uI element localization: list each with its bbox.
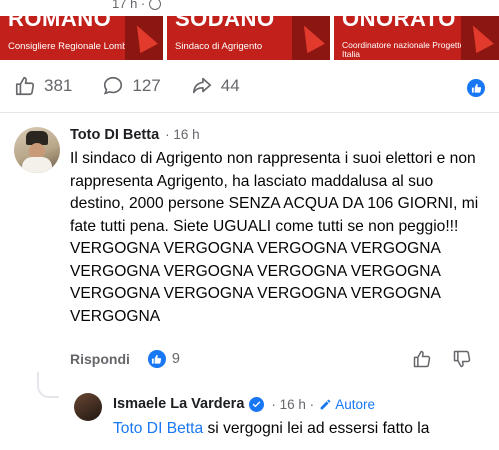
reply-text: Toto DI Betta si vergogni lei ad essersi… [113,418,493,441]
banner-role: Sindaco di Agrigento [175,41,263,52]
share-action[interactable]: 44 [191,75,240,97]
author-label: Autore [335,396,375,412]
banner-name: ONORATO [342,16,456,31]
verified-badge-icon [249,396,265,412]
share-arrow-icon [192,77,211,94]
comment-like-number: 9 [171,351,180,367]
globe-icon [149,0,162,10]
comment-bubble-icon [104,76,123,95]
banner-sodano[interactable]: SODANO Sindaco di Agrigento [167,16,330,60]
banner-onorato[interactable]: ONORATO Coordinatore nazionale Progetto … [334,16,499,60]
reply-avatar[interactable] [74,393,102,421]
comment-count: 127 [132,76,161,95]
reply-time[interactable]: · 16 h · [271,397,314,412]
mention-link[interactable]: Toto DI Betta [113,420,203,437]
like-action[interactable]: 381 [14,75,72,97]
comment-actions: Rispondi 9 [70,348,490,370]
author-badge: Autore [319,397,375,412]
reply-header: Ismaele La Vardera · 16 h · Autore [113,396,375,412]
avatar[interactable] [14,127,60,173]
post-meta: 17 h · [112,0,162,11]
share-count: 44 [220,76,240,95]
comment-time[interactable]: · 16 h [165,127,200,142]
banner-name: ROMANO [8,16,112,31]
comment-action[interactable]: 127 [102,75,161,97]
reply-body: si vergogni lei ad essersi fatto la [203,420,430,437]
comment-author[interactable]: Toto DI Betta [70,127,159,143]
reaction-bar: 381 127 44 [0,60,499,112]
like-count: 381 [44,76,73,95]
banner-name: SODANO [175,16,275,31]
reply-thread-line [37,372,59,398]
thumbs-up-icon[interactable] [412,349,432,369]
pencil-icon [320,399,331,409]
post-image-strip[interactable]: ROMANO Consigliere Regionale Lombardia S… [0,16,499,60]
reply-author[interactable]: Ismaele La Vardera [113,396,244,412]
post-time: 17 h · [112,0,146,11]
comment-header: Toto DI Betta · 16 h [70,127,200,143]
comment-like-count[interactable]: 9 [147,350,180,368]
thumbs-down-icon[interactable] [452,349,472,369]
like-badge-icon [147,350,166,368]
vote-buttons [412,349,472,369]
thumbs-up-icon [15,76,35,96]
banner-romano[interactable]: ROMANO Consigliere Regionale Lombardia [0,16,163,60]
reply-button[interactable]: Rispondi [70,351,130,367]
like-reaction-badge-icon[interactable] [467,79,485,97]
comment-text: Il sindaco di Agrigento non rappresenta … [70,150,479,325]
divider [0,112,499,113]
avatar-body [22,157,52,173]
